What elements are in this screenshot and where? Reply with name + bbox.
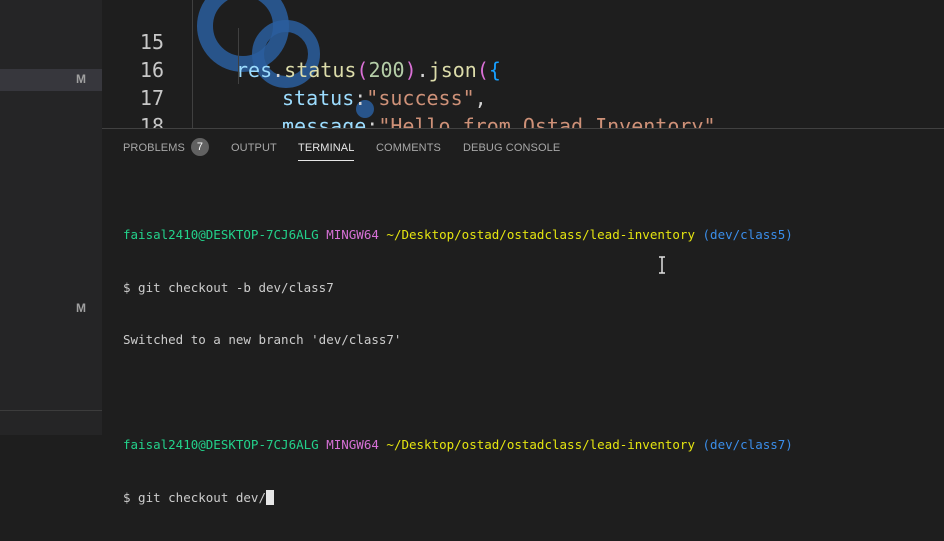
bottom-panel: PROBLEMS 7 OUTPUT TERMINAL COMMENTS DEBUG… bbox=[102, 128, 944, 505]
tab-terminal[interactable]: TERMINAL bbox=[298, 129, 355, 165]
explorer-file-item[interactable]: M bbox=[0, 69, 102, 91]
explorer-file-item[interactable]: M bbox=[0, 298, 102, 320]
terminal-prompt-line: faisal2410@DESKTOP-7CJ6ALG MINGW64 ~/Des… bbox=[123, 227, 793, 242]
terminal-output-line: Switched to a new branch 'dev/class7' bbox=[123, 332, 402, 347]
ibeam-cursor-icon bbox=[659, 256, 665, 274]
code-line: 16 status:"success", bbox=[102, 28, 944, 110]
git-modified-badge: M bbox=[76, 301, 86, 315]
git-modified-badge: M bbox=[76, 72, 86, 86]
terminal-command-line: $ git checkout -b dev/class7 bbox=[123, 279, 334, 295]
tab-output[interactable]: OUTPUT bbox=[231, 129, 277, 165]
explorer-sidebar: M M bbox=[0, 0, 102, 435]
panel-tabs: PROBLEMS 7 OUTPUT TERMINAL COMMENTS DEBUG… bbox=[102, 129, 944, 165]
terminal-output[interactable]: faisal2410@DESKTOP-7CJ6ALG MINGW64 ~/Des… bbox=[123, 191, 933, 541]
terminal-prompt-line: faisal2410@DESKTOP-7CJ6ALG MINGW64 ~/Des… bbox=[123, 437, 793, 452]
problems-count-badge: 7 bbox=[190, 138, 209, 157]
tab-problems[interactable]: PROBLEMS 7 bbox=[123, 129, 209, 165]
code-editor[interactable]: 15 res.status(200).json({ 16 status:"suc… bbox=[102, 0, 944, 128]
code-line: 19 }) bbox=[102, 112, 944, 128]
code-line: 18 }) bbox=[102, 84, 944, 128]
tab-debug-console[interactable]: DEBUG CONSOLE bbox=[463, 129, 560, 165]
terminal-cursor bbox=[266, 489, 274, 505]
code-line: 15 res.status(200).json({ bbox=[102, 0, 944, 82]
terminal-input-line[interactable]: $ git checkout dev/ bbox=[123, 489, 933, 507]
sidebar-divider bbox=[0, 410, 102, 411]
tab-comments[interactable]: COMMENTS bbox=[376, 129, 441, 165]
code-line: 17 message:"Hello from Ostad Inventory" bbox=[102, 56, 944, 128]
